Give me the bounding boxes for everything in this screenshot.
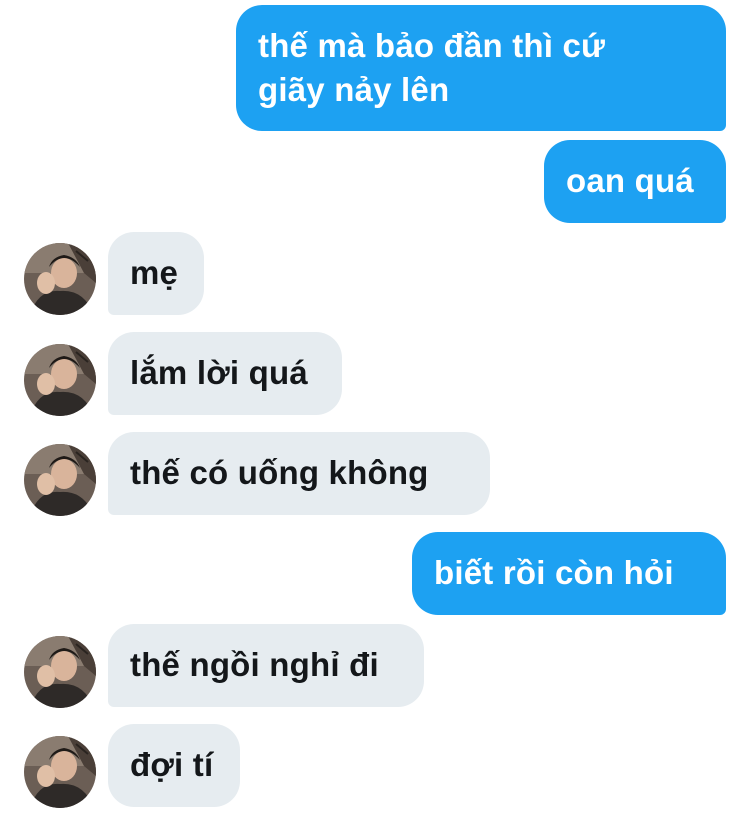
user-avatar-photo-icon[interactable] — [24, 444, 96, 516]
incoming-message-bubble[interactable]: lắm lời quá — [108, 332, 342, 415]
user-avatar-photo-icon[interactable] — [24, 736, 96, 808]
incoming-message-bubble[interactable]: đợi tí — [108, 724, 240, 807]
outgoing-message-bubble[interactable]: thế mà bảo đần thì cứ giãy nảy lên — [236, 5, 726, 131]
outgoing-message-bubble[interactable]: biết rồi còn hỏi — [412, 532, 726, 615]
outgoing-message-bubble[interactable]: oan quá — [544, 140, 726, 223]
incoming-message-bubble[interactable]: thế ngồi nghỉ đi — [108, 624, 424, 707]
user-avatar-photo-icon[interactable] — [24, 636, 96, 708]
incoming-message-bubble[interactable]: thế có uống không — [108, 432, 490, 515]
user-avatar-photo-icon[interactable] — [24, 243, 96, 315]
incoming-message-bubble[interactable]: mẹ — [108, 232, 204, 315]
user-avatar-photo-icon[interactable] — [24, 344, 96, 416]
